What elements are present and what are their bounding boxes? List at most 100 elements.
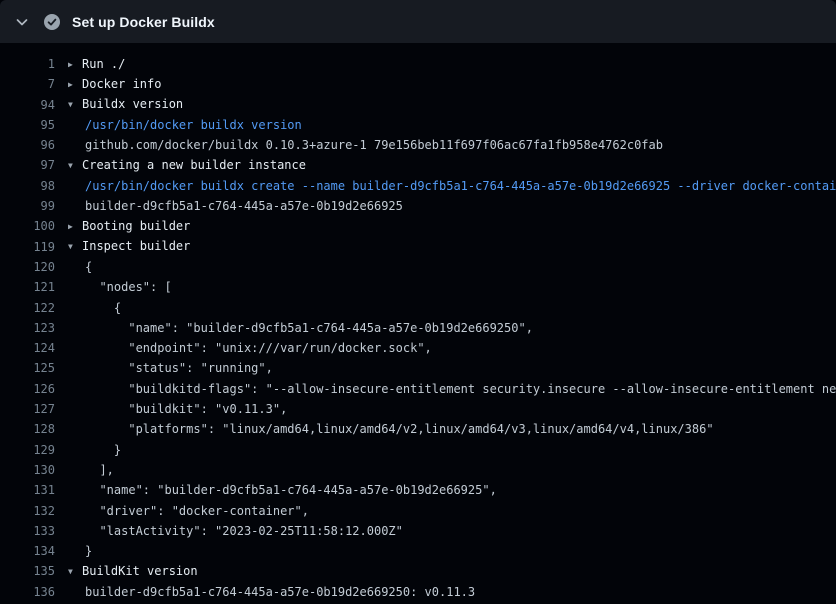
line-number[interactable]: 125 xyxy=(0,358,55,378)
line-number[interactable]: 131 xyxy=(0,480,55,500)
output-text: { xyxy=(85,260,92,274)
output-text: "name": "builder-d9cfb5a1-c764-445a-a57e… xyxy=(85,483,497,497)
line-number[interactable]: 127 xyxy=(0,399,55,419)
log-line: 129 } xyxy=(0,440,836,460)
line-number[interactable]: 135 xyxy=(0,561,55,581)
log-line-content: ▶Booting builder xyxy=(68,216,190,237)
log-line: 95/usr/bin/docker buildx version xyxy=(0,115,836,135)
log-line[interactable]: 94 ▼Buildx version xyxy=(0,95,836,115)
check-circle-icon xyxy=(44,14,60,30)
output-text: "status": "running", xyxy=(85,361,273,375)
log-line-content: ▼Buildx version xyxy=(68,94,183,115)
command-text: /usr/bin/docker buildx create --name bui… xyxy=(85,179,836,193)
triangle-down-icon[interactable]: ▼ xyxy=(68,237,79,257)
line-number[interactable]: 136 xyxy=(0,582,55,602)
line-number[interactable]: 96 xyxy=(0,135,55,155)
triangle-right-icon[interactable]: ▶ xyxy=(68,75,79,95)
log-line: 98/usr/bin/docker buildx create --name b… xyxy=(0,176,836,196)
line-number[interactable]: 94 xyxy=(0,95,55,115)
log-line: 123 "name": "builder-d9cfb5a1-c764-445a-… xyxy=(0,318,836,338)
output-text: "endpoint": "unix:///var/run/docker.sock… xyxy=(85,341,432,355)
log-line[interactable]: 7 ▶Docker info xyxy=(0,74,836,94)
line-number[interactable]: 128 xyxy=(0,419,55,439)
output-text: } xyxy=(85,544,92,558)
log-line-content: } xyxy=(68,541,92,561)
log-line-content: } xyxy=(68,440,121,460)
log-line-content: ▼BuildKit version xyxy=(68,561,198,582)
line-number[interactable]: 99 xyxy=(0,196,55,216)
line-number[interactable]: 100 xyxy=(0,216,55,236)
log-line: 126 "buildkitd-flags": "--allow-insecure… xyxy=(0,379,836,399)
output-text: github.com/docker/buildx 0.10.3+azure-1 … xyxy=(85,138,663,152)
log-line-content: "status": "running", xyxy=(68,358,273,378)
output-text: "buildkitd-flags": "--allow-insecure-ent… xyxy=(85,382,836,396)
line-number[interactable]: 95 xyxy=(0,115,55,135)
log-line-content: "nodes": [ xyxy=(68,277,172,297)
line-number[interactable]: 121 xyxy=(0,277,55,297)
log-line-content: { xyxy=(68,298,121,318)
log-line-content: ▼Creating a new builder instance xyxy=(68,155,306,176)
line-number[interactable]: 98 xyxy=(0,176,55,196)
output-text: builder-d9cfb5a1-c764-445a-a57e-0b19d2e6… xyxy=(85,585,475,599)
log-viewer: 1▶Run ./7▶Docker info94▼Buildx version95… xyxy=(0,43,836,604)
line-number[interactable]: 120 xyxy=(0,257,55,277)
output-text: { xyxy=(85,301,121,315)
log-line: 120 { xyxy=(0,257,836,277)
log-line: 131 "name": "builder-d9cfb5a1-c764-445a-… xyxy=(0,480,836,500)
line-number[interactable]: 130 xyxy=(0,460,55,480)
triangle-down-icon[interactable]: ▼ xyxy=(68,95,79,115)
triangle-down-icon[interactable]: ▼ xyxy=(68,156,79,176)
triangle-right-icon[interactable]: ▶ xyxy=(68,55,79,75)
log-line-content: ▼Inspect builder xyxy=(68,236,190,257)
group-title: Booting builder xyxy=(82,219,190,233)
log-line[interactable]: 97 ▼Creating a new builder instance xyxy=(0,155,836,175)
line-number[interactable]: 119 xyxy=(0,237,55,257)
line-number[interactable]: 7 xyxy=(0,74,55,94)
log-line: 122 { xyxy=(0,298,836,318)
step-title: Set up Docker Buildx xyxy=(72,14,215,30)
line-number[interactable]: 126 xyxy=(0,379,55,399)
log-line: 99 builder-d9cfb5a1-c764-445a-a57e-0b19d2… xyxy=(0,196,836,216)
line-number[interactable]: 123 xyxy=(0,318,55,338)
output-text: builder-d9cfb5a1-c764-445a-a57e-0b19d2e6… xyxy=(85,199,403,213)
output-text: "driver": "docker-container", xyxy=(85,504,309,518)
triangle-right-icon[interactable]: ▶ xyxy=(68,217,79,237)
line-number[interactable]: 134 xyxy=(0,541,55,561)
log-line: 136 builder-d9cfb5a1-c764-445a-a57e-0b19d… xyxy=(0,582,836,602)
chevron-down-icon[interactable] xyxy=(14,14,30,30)
log-line-content: "driver": "docker-container", xyxy=(68,501,309,521)
log-line-content: ], xyxy=(68,460,114,480)
line-number[interactable]: 133 xyxy=(0,521,55,541)
log-line: 96 github.com/docker/buildx 0.10.3+azure-… xyxy=(0,135,836,155)
log-line[interactable]: 135 ▼BuildKit version xyxy=(0,561,836,581)
line-number[interactable]: 1 xyxy=(0,54,55,74)
group-title: Run ./ xyxy=(82,57,125,71)
log-line[interactable]: 119 ▼Inspect builder xyxy=(0,237,836,257)
triangle-down-icon[interactable]: ▼ xyxy=(68,562,79,582)
log-line: 124 "endpoint": "unix:///var/run/docker.… xyxy=(0,338,836,358)
group-title: Docker info xyxy=(82,77,161,91)
group-title: Inspect builder xyxy=(82,239,190,253)
line-number[interactable]: 124 xyxy=(0,338,55,358)
output-text: "platforms": "linux/amd64,linux/amd64/v2… xyxy=(85,422,714,436)
log-line-content: "lastActivity": "2023-02-25T11:58:12.000… xyxy=(68,521,403,541)
line-number[interactable]: 132 xyxy=(0,501,55,521)
log-line-content: "endpoint": "unix:///var/run/docker.sock… xyxy=(68,338,432,358)
log-line-content: "name": "builder-d9cfb5a1-c764-445a-a57e… xyxy=(68,318,533,338)
log-line-content: builder-d9cfb5a1-c764-445a-a57e-0b19d2e6… xyxy=(68,582,475,602)
log-line-content: builder-d9cfb5a1-c764-445a-a57e-0b19d2e6… xyxy=(68,196,403,216)
log-line: 130 ], xyxy=(0,460,836,480)
log-line-content: github.com/docker/buildx 0.10.3+azure-1 … xyxy=(68,135,663,155)
step-header[interactable]: Set up Docker Buildx xyxy=(0,0,836,43)
log-line[interactable]: 1 ▶Run ./ xyxy=(0,54,836,74)
log-line-content: "name": "builder-d9cfb5a1-c764-445a-a57e… xyxy=(68,480,497,500)
log-line-content: "buildkit": "v0.11.3", xyxy=(68,399,287,419)
log-line: 127 "buildkit": "v0.11.3", xyxy=(0,399,836,419)
line-number[interactable]: 122 xyxy=(0,298,55,318)
log-line[interactable]: 100 ▶Booting builder xyxy=(0,216,836,236)
line-number[interactable]: 97 xyxy=(0,155,55,175)
log-line-content: /usr/bin/docker buildx version xyxy=(68,115,302,135)
output-text: ], xyxy=(85,463,114,477)
line-number[interactable]: 129 xyxy=(0,440,55,460)
output-text: "buildkit": "v0.11.3", xyxy=(85,402,287,416)
